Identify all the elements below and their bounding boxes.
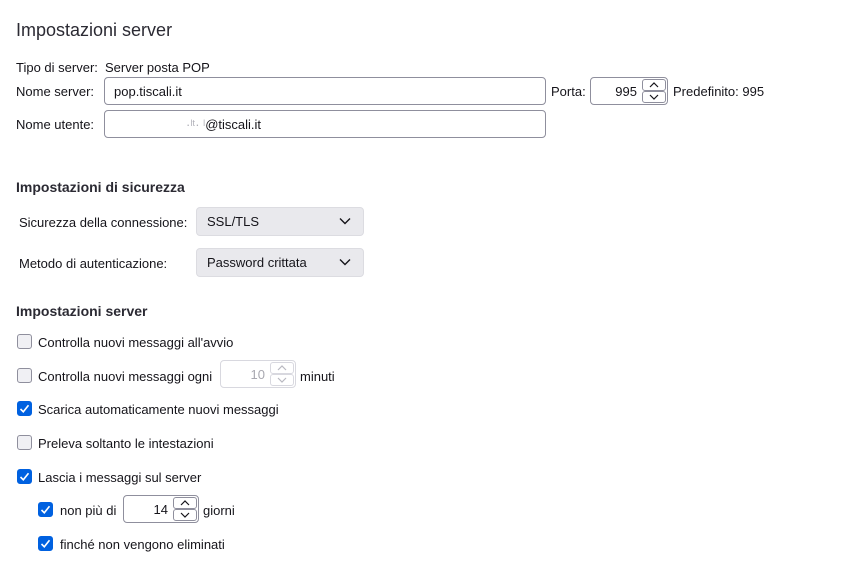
check-every-unit: minuti	[300, 369, 335, 384]
page-title: Impostazioni server	[16, 20, 173, 40]
check-startup-label: Controlla nuovi messaggi all'avvio	[38, 335, 234, 350]
auth-method-value: Password crittata	[207, 255, 307, 270]
connection-security-select[interactable]: SSL/TLS	[196, 207, 364, 236]
max-days-label: non più di	[60, 503, 117, 518]
checkmark-icon	[40, 539, 51, 549]
server-settings-heading: Impostazioni server	[16, 303, 148, 319]
server-type-label: Tipo di server:	[16, 60, 98, 75]
chevron-down-icon	[339, 258, 351, 265]
check-every-decrement-button[interactable]	[270, 374, 294, 386]
username-masked-part: ·ˡᵗ· ˡ	[186, 116, 206, 132]
server-name-value: pop.tiscali.it	[114, 83, 182, 99]
chevron-up-icon	[649, 82, 659, 88]
security-heading: Impostazioni di sicurezza	[16, 179, 185, 195]
check-every-stepper[interactable]: 10	[220, 360, 296, 388]
max-days-increment-button[interactable]	[173, 497, 197, 509]
port-default-label: Predefinito: 995	[673, 84, 765, 99]
connection-security-label: Sicurezza della connessione:	[19, 215, 188, 230]
auth-method-select[interactable]: Password crittata	[196, 248, 364, 277]
username-value: @tiscali.it	[205, 116, 262, 132]
connection-security-value: SSL/TLS	[207, 214, 260, 229]
max-days-stepper[interactable]: 14	[123, 495, 199, 523]
leave-on-server-checkbox[interactable]	[17, 469, 32, 484]
port-label: Porta:	[551, 84, 586, 99]
leave-on-server-label: Lascia i messaggi sul server	[38, 470, 202, 485]
check-every-increment-button[interactable]	[270, 362, 294, 374]
max-days-value: 14	[153, 501, 168, 517]
username-input[interactable]: ·ˡᵗ· ˡ @tiscali.it	[104, 110, 546, 138]
check-every-value: 10	[250, 366, 265, 382]
port-stepper[interactable]: 995	[590, 77, 668, 105]
server-type-value: Server posta POP	[105, 60, 210, 75]
auto-download-checkbox[interactable]	[17, 401, 32, 416]
chevron-up-icon	[277, 365, 287, 371]
until-deleted-checkbox[interactable]	[38, 536, 53, 551]
auto-download-label: Scarica automaticamente nuovi messaggi	[38, 402, 279, 417]
max-days-decrement-button[interactable]	[173, 509, 197, 521]
check-every-label: Controlla nuovi messaggi ogni	[38, 369, 213, 384]
auth-method-label: Metodo di autenticazione:	[19, 256, 168, 271]
headers-only-checkbox[interactable]	[17, 435, 32, 450]
headers-only-label: Preleva soltanto le intestazioni	[38, 436, 214, 451]
max-days-checkbox[interactable]	[38, 502, 53, 517]
port-increment-button[interactable]	[642, 79, 666, 91]
port-decrement-button[interactable]	[642, 91, 666, 103]
checkmark-icon	[40, 505, 51, 515]
server-name-input[interactable]: pop.tiscali.it	[104, 77, 546, 105]
chevron-down-icon	[339, 217, 351, 224]
chevron-down-icon	[180, 512, 190, 518]
username-label: Nome utente:	[16, 117, 95, 132]
checkmark-icon	[19, 404, 30, 414]
until-deleted-label: finché non vengono eliminati	[60, 537, 225, 552]
chevron-down-icon	[649, 94, 659, 100]
port-value: 995	[615, 83, 637, 99]
check-every-checkbox[interactable]	[17, 368, 32, 383]
chevron-up-icon	[180, 500, 190, 506]
check-startup-checkbox[interactable]	[17, 334, 32, 349]
checkmark-icon	[19, 472, 30, 482]
chevron-down-icon	[277, 377, 287, 383]
max-days-unit: giorni	[203, 503, 235, 518]
server-name-label: Nome server:	[16, 84, 95, 99]
